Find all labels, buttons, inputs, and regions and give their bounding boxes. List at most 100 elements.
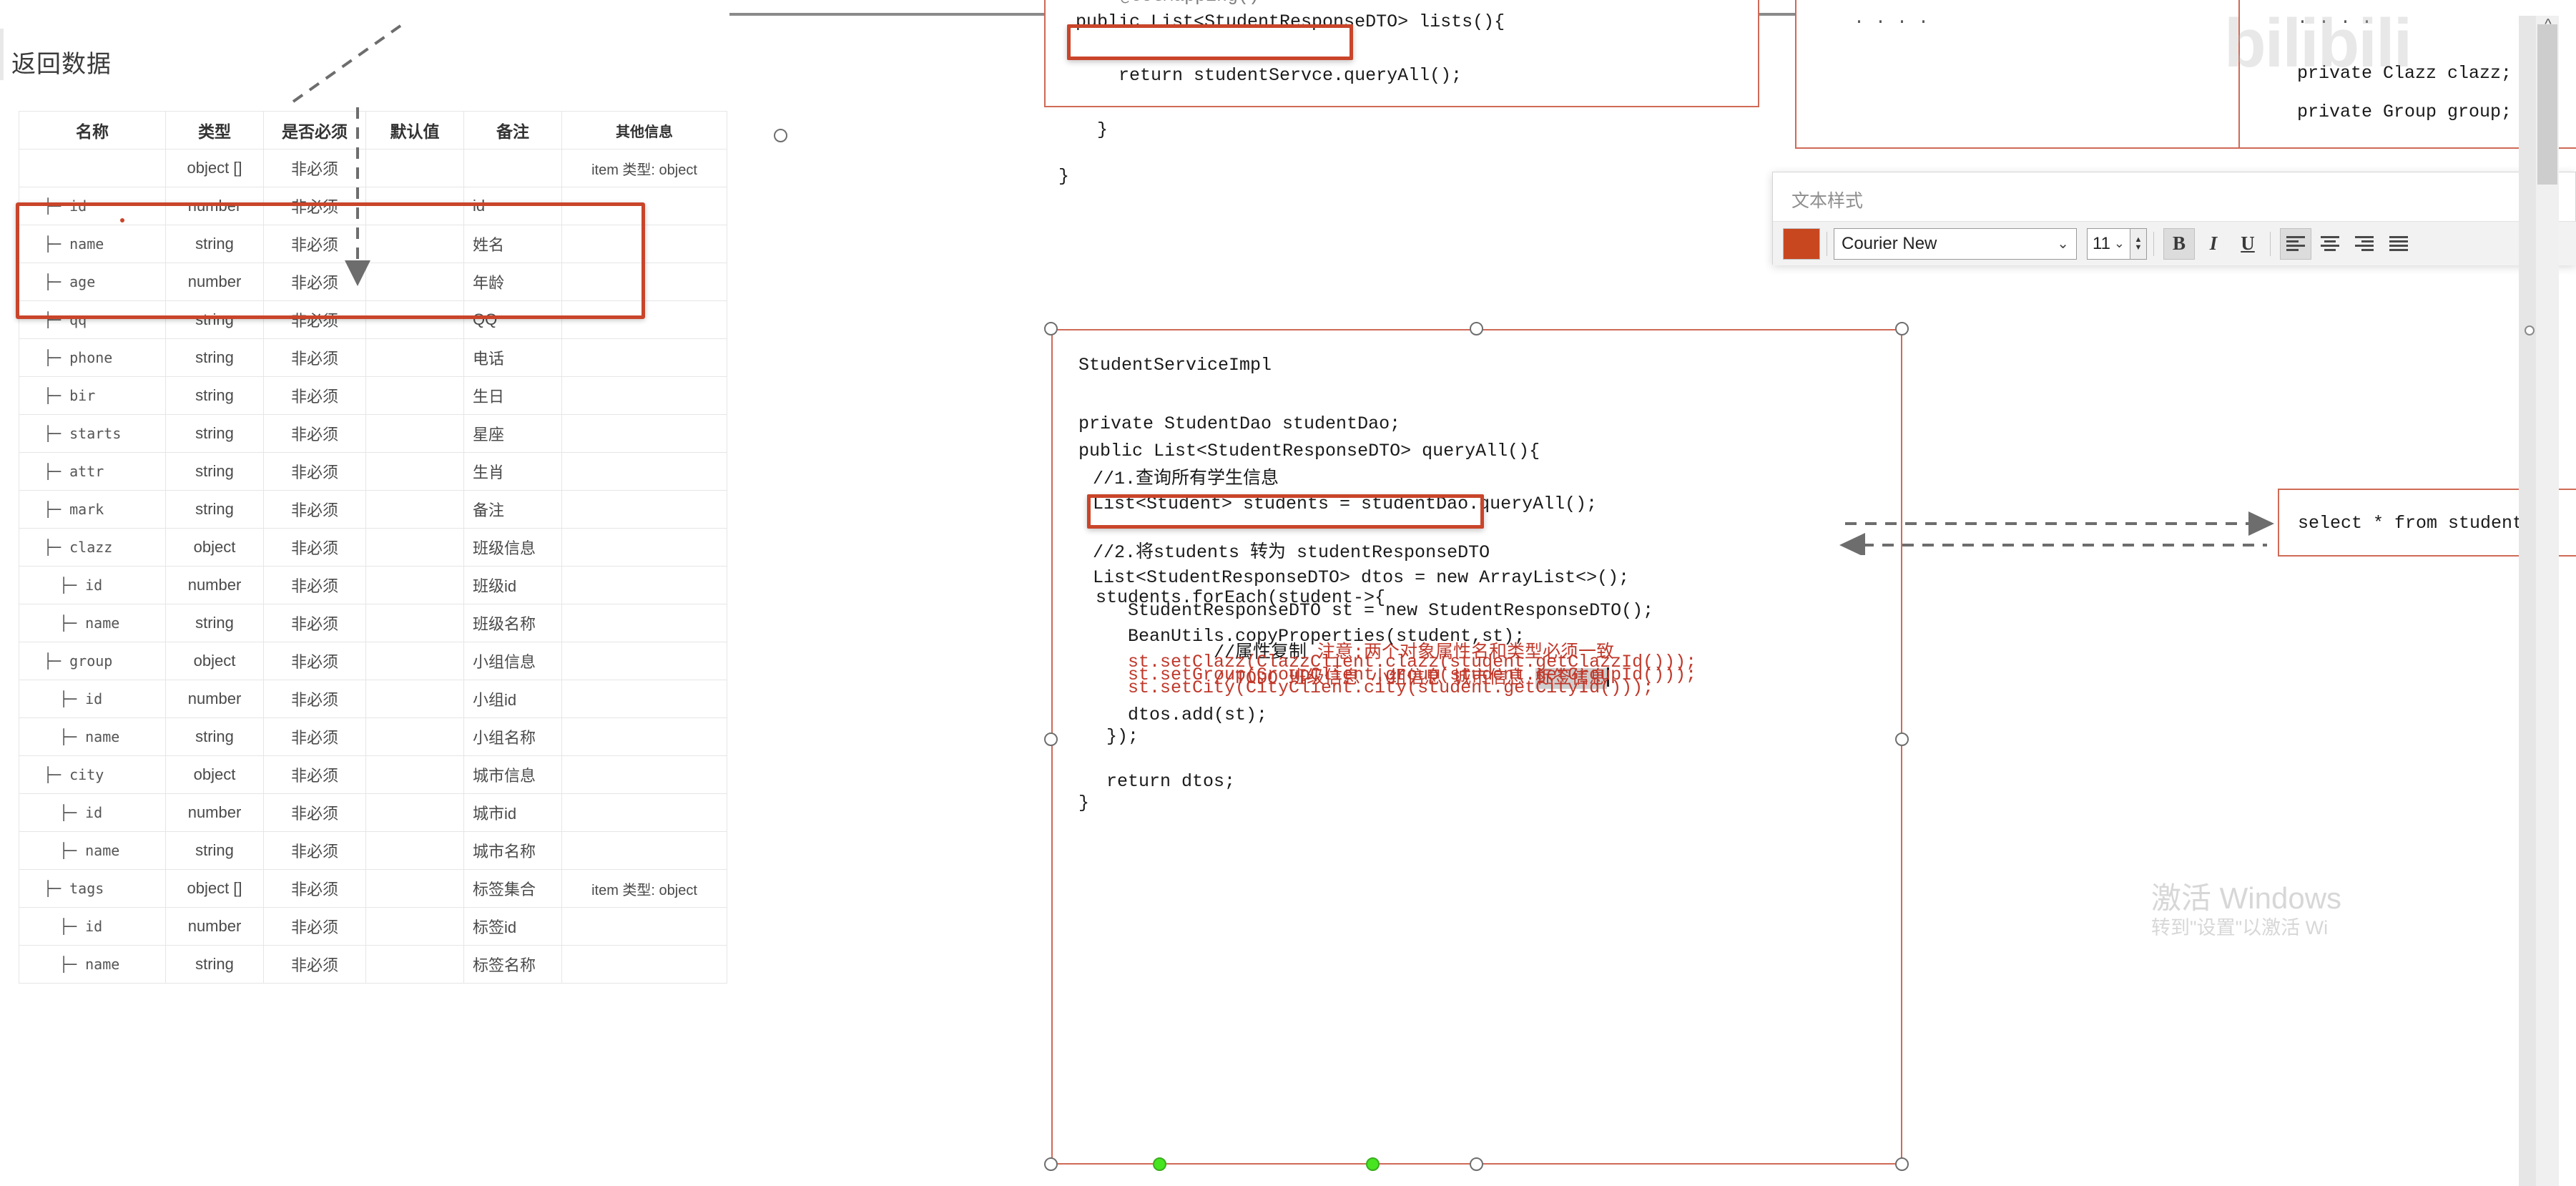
table-row: ├─ clazz object 非必须 班级信息	[19, 528, 727, 567]
handle-top-center[interactable]	[1470, 322, 1483, 335]
right-code-box-1[interactable]: · · · ·	[1795, 0, 2246, 149]
align-right-button[interactable]	[2349, 228, 2380, 260]
main-field: private StudentDao studentDao;	[1078, 413, 1401, 434]
handle-bottom-left[interactable]	[1044, 1157, 1058, 1171]
font-color-swatch[interactable]	[1783, 227, 1820, 260]
service-impl-code-box[interactable]: StudentServiceImpl private StudentDao st…	[1051, 329, 1902, 1165]
right1-dots: · · · ·	[1854, 11, 1929, 32]
table-row: ├─ name string 非必须 小组名称	[19, 717, 727, 756]
sql-text: select * from student	[2298, 513, 2524, 534]
cell-type: object []	[165, 869, 264, 908]
cell-remark: 标签集合	[463, 869, 562, 908]
cell-name: ├─ phone	[19, 338, 166, 377]
cell-name: ├─ name	[19, 717, 166, 756]
text-style-dialog[interactable]: 文本样式 Courier New ⌄ 11 ⌄ ▲ ▼ B I U	[1772, 172, 2576, 265]
screenshot-root: 返回数据 名称 类型 是否必须 默认值 备注 其他信息 object [] 非必须…	[0, 0, 2576, 1186]
cell-name: ├─ name	[19, 945, 166, 984]
handle-rotate-right[interactable]	[1366, 1157, 1380, 1171]
cell-required: 非必须	[263, 907, 366, 946]
right2-field-group: private Group group;	[2297, 102, 2512, 122]
table-row: ├─ phone string 非必须 电话	[19, 338, 727, 377]
cell-other	[561, 755, 727, 794]
dashed-diagonal-connector	[292, 24, 402, 103]
cell-name: ├─ id	[19, 566, 166, 604]
cell-other	[561, 642, 727, 680]
cell-other: item 类型: object	[561, 149, 727, 187]
font-size-select[interactable]: 11 ⌄	[2087, 227, 2130, 260]
cell-default	[365, 490, 464, 529]
cell-default	[365, 680, 464, 718]
cell-other	[561, 225, 727, 263]
scroll-up-icon[interactable]: ^	[2540, 17, 2556, 31]
field-name-label: ├─ name	[44, 235, 104, 253]
cell-type: string	[165, 831, 264, 870]
controller-line-mapping: @GetMapping()	[1120, 0, 1259, 11]
stepper-down-icon[interactable]: ▼	[2135, 243, 2143, 252]
handle-bottom-right[interactable]	[1895, 1157, 1909, 1171]
col-header-other: 其他信息	[561, 111, 727, 150]
cell-default	[365, 300, 464, 339]
cell-name: ├─ id	[19, 680, 166, 718]
bold-button[interactable]: B	[2163, 227, 2195, 260]
cell-remark: 小组信息	[463, 642, 562, 680]
table-row: ├─ id number 非必须 城市id	[19, 793, 727, 832]
cell-remark: 生肖	[463, 452, 562, 491]
table-row: ├─ name string 非必须 班级名称	[19, 604, 727, 642]
cell-type: string	[165, 414, 264, 453]
cell-remark: 班级信息	[463, 528, 562, 567]
handle-rotate-left[interactable]	[1153, 1157, 1166, 1171]
cell-required: 非必须	[263, 680, 366, 718]
stepper-up-icon[interactable]: ▲	[2135, 235, 2143, 244]
handle-mid-right[interactable]	[1895, 732, 1909, 746]
cell-default	[365, 945, 464, 984]
field-name-label: ├─ starts	[44, 425, 122, 442]
cell-required: 非必须	[263, 755, 366, 794]
align-justify-icon	[2389, 235, 2408, 252]
dashed-bidirectional-arrows	[1839, 511, 2274, 555]
cell-type: object	[165, 528, 264, 567]
cell-type: string	[165, 717, 264, 756]
align-center-button[interactable]	[2314, 228, 2346, 260]
cell-remark: 备注	[463, 490, 562, 529]
italic-button[interactable]: I	[2198, 228, 2229, 260]
align-justify-button[interactable]	[2383, 228, 2414, 260]
cell-remark: 生日	[463, 376, 562, 415]
red-dot-marker	[120, 218, 124, 222]
cell-other	[561, 717, 727, 756]
align-left-button[interactable]	[2280, 227, 2311, 260]
vertical-scrollbar-track[interactable]	[2536, 16, 2559, 1186]
cell-remark: 小组名称	[463, 717, 562, 756]
bilibili-watermark: bilibili	[2224, 5, 2412, 82]
dashed-down-arrow	[345, 107, 370, 286]
cell-type: number	[165, 793, 264, 832]
handle-mid-left[interactable]	[1044, 732, 1058, 746]
underline-button[interactable]: U	[2232, 228, 2263, 260]
vertical-scrollbar-thumb[interactable]	[2537, 24, 2557, 185]
controller-code-box[interactable]: @GetMapping() public List<StudentRespons…	[1044, 0, 1759, 187]
cell-required: 非必须	[263, 642, 366, 680]
side-resize-handle[interactable]	[2525, 325, 2535, 335]
chevron-down-icon: ⌄	[2057, 236, 2069, 252]
cell-remark: 城市名称	[463, 831, 562, 870]
font-family-select[interactable]: Courier New ⌄	[1834, 227, 2077, 260]
cell-default	[365, 338, 464, 377]
cell-remark: 星座	[463, 414, 562, 453]
cell-other	[561, 338, 727, 377]
field-name-label: ├─ attr	[44, 463, 104, 480]
main-set-city: st.setCity(CityClient.city(student.getCi…	[1096, 677, 1654, 698]
cell-remark: 班级名称	[463, 604, 562, 642]
cell-type: number	[165, 263, 264, 301]
cell-remark: id	[463, 187, 562, 225]
handle-right-box2[interactable]	[774, 129, 787, 142]
handle-bottom-center[interactable]	[1470, 1157, 1483, 1171]
cell-other	[561, 680, 727, 718]
cell-required: 非必须	[263, 338, 366, 377]
field-name-label: ├─ name	[59, 728, 120, 745]
handle-top-left[interactable]	[1044, 322, 1058, 335]
toolbar-separator-3	[2270, 231, 2271, 256]
main-close-brace: }	[1078, 793, 1090, 813]
col-header-type: 类型	[165, 111, 264, 150]
font-size-stepper[interactable]: ▲ ▼	[2130, 227, 2147, 260]
col-header-name: 名称	[19, 111, 166, 150]
handle-top-right[interactable]	[1895, 322, 1909, 335]
